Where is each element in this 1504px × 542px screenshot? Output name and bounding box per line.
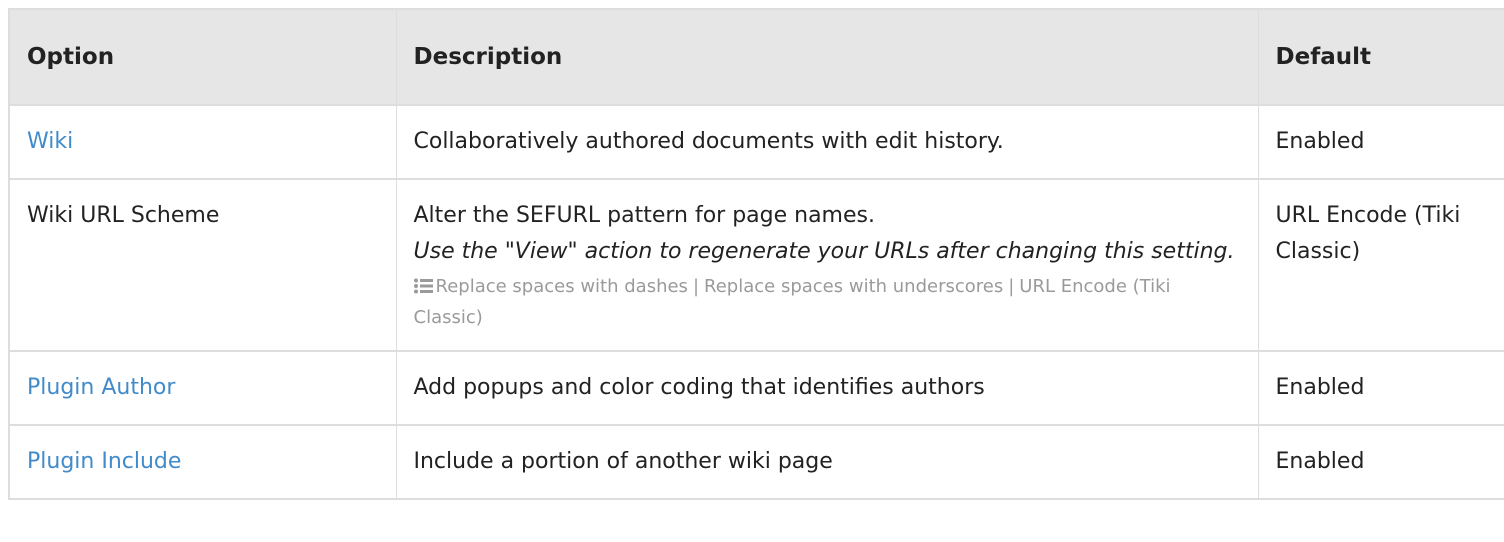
default-value: Enabled xyxy=(1275,129,1365,154)
description-cell: Add popups and color coding that identif… xyxy=(396,351,1259,426)
description-cell: Alter the SEFURL pattern for page names.… xyxy=(396,179,1259,352)
preferences-table: Option Description Default Wiki Collabor… xyxy=(8,8,1504,500)
column-header-option: Option xyxy=(8,8,397,106)
option-link-plugin-include[interactable]: Plugin Include xyxy=(27,449,181,474)
default-cell: Enabled xyxy=(1258,351,1504,426)
table-header: Option Description Default xyxy=(8,8,1504,106)
default-value: URL Encode (Tiki Classic) xyxy=(1275,203,1461,264)
option-cell: Plugin Include xyxy=(8,425,397,500)
option-choice: Replace spaces with dashes xyxy=(435,276,688,297)
allowed-options-list: Replace spaces with dashes | Replace space… xyxy=(413,272,1258,332)
description-text: Alter the SEFURL pattern for page names. xyxy=(413,203,875,228)
option-choice: Replace spaces with underscores xyxy=(704,276,1004,297)
default-cell: Enabled xyxy=(1258,105,1504,180)
option-separator: | xyxy=(1008,276,1015,297)
table-row: Wiki Collaboratively authored documents … xyxy=(8,105,1504,180)
table-row: Plugin Author Add popups and color codin… xyxy=(8,351,1504,426)
description-hint: Use the "View" action to regenerate your… xyxy=(413,239,1235,264)
default-value: Enabled xyxy=(1275,449,1365,474)
option-link-wiki[interactable]: Wiki xyxy=(27,129,73,154)
option-cell: Plugin Author xyxy=(8,351,397,426)
list-icon xyxy=(413,274,433,303)
option-label-wiki-url-scheme: Wiki URL Scheme xyxy=(27,203,220,228)
description-cell: Include a portion of another wiki page xyxy=(396,425,1259,500)
option-link-plugin-author[interactable]: Plugin Author xyxy=(27,375,175,400)
header-row: Option Description Default xyxy=(8,8,1504,106)
table-row: Plugin Include Include a portion of anot… xyxy=(8,425,1504,500)
option-separator: | xyxy=(692,276,700,297)
column-header-description: Description xyxy=(396,8,1259,106)
option-cell: Wiki URL Scheme xyxy=(8,179,397,352)
table-body: Wiki Collaboratively authored documents … xyxy=(8,105,1504,500)
description-cell: Collaboratively authored documents with … xyxy=(396,105,1259,180)
option-cell: Wiki xyxy=(8,105,397,180)
column-header-default: Default xyxy=(1258,8,1504,106)
default-value: Enabled xyxy=(1275,375,1365,400)
table-row: Wiki URL Scheme Alter the SEFURL pattern… xyxy=(8,179,1504,352)
default-cell: URL Encode (Tiki Classic) xyxy=(1258,179,1504,352)
default-cell: Enabled xyxy=(1258,425,1504,500)
